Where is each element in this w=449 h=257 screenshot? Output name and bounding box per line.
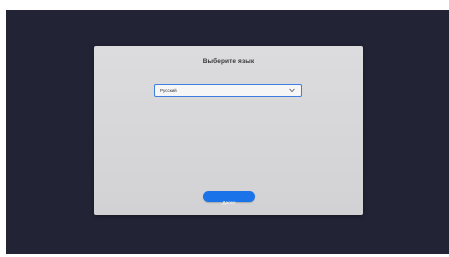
next-button-label: Далее — [222, 200, 236, 205]
language-select-value: Русский — [160, 88, 177, 93]
dialog-title: Выберите язык — [202, 58, 255, 65]
language-dialog: Выберите язык Русский Далее — [94, 46, 363, 215]
chevron-down-icon — [289, 88, 295, 92]
screen: Выберите язык Русский Далее — [0, 0, 449, 257]
next-button[interactable]: Далее — [203, 191, 255, 205]
language-select[interactable]: Русский — [154, 84, 302, 97]
